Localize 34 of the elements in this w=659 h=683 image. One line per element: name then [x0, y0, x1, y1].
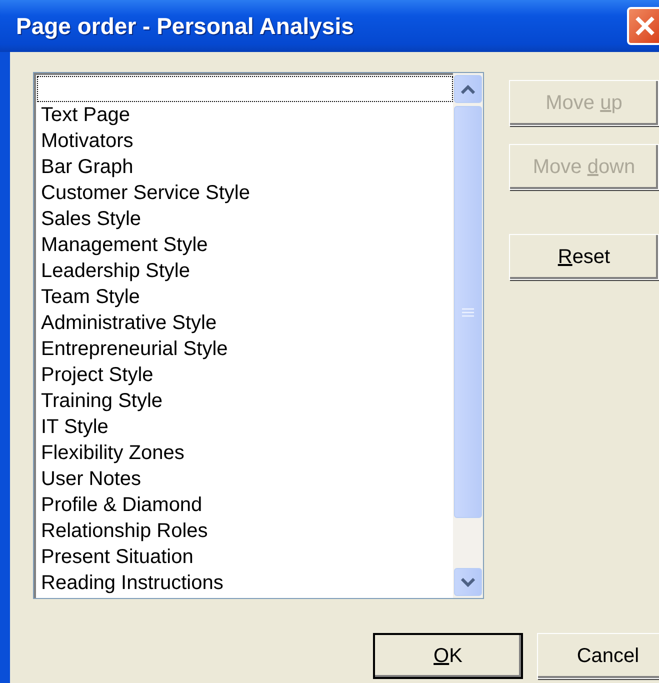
caret-down-icon: [461, 578, 475, 586]
list-item[interactable]: Team Style: [37, 284, 453, 310]
list-item[interactable]: Bar Graph: [37, 154, 453, 180]
cancel-button[interactable]: Cancel: [537, 633, 659, 679]
caret-up-icon: [461, 84, 475, 94]
list-item[interactable]: Training Style: [37, 388, 453, 414]
list-item[interactable]: Project Style: [37, 362, 453, 388]
grip-icon: [462, 308, 474, 316]
close-icon: [634, 15, 656, 37]
ok-button[interactable]: OK: [373, 633, 523, 679]
list-item[interactable]: User Notes: [37, 466, 453, 492]
page-list[interactable]: [33, 72, 484, 599]
list-item[interactable]: Management Style: [37, 232, 453, 258]
list-item[interactable]: Sales Style: [37, 206, 453, 232]
list-item[interactable]: Leadership Style: [37, 258, 453, 284]
window-title: Page order - Personal Analysis: [16, 12, 354, 40]
list-item[interactable]: IT Style: [37, 414, 453, 440]
list-item[interactable]: Profile & Diamond: [37, 492, 453, 518]
list-item[interactable]: Relationship Roles: [37, 518, 453, 544]
scroll-thumb[interactable]: [454, 106, 482, 518]
list-item[interactable]: Entrepreneurial Style: [37, 336, 453, 362]
list-item[interactable]: Present Situation: [37, 544, 453, 570]
close-button[interactable]: [627, 7, 659, 45]
focus-row[interactable]: [37, 76, 453, 102]
scrollbar[interactable]: [453, 73, 483, 598]
reset-button[interactable]: Reset: [509, 234, 659, 280]
list-item[interactable]: Text Page: [37, 102, 453, 128]
list-item[interactable]: Flexibility Zones: [37, 440, 453, 466]
list-item[interactable]: Customer Service Style: [37, 180, 453, 206]
list-item[interactable]: Administrative Style: [37, 310, 453, 336]
scroll-up-button[interactable]: [454, 75, 482, 103]
list-item[interactable]: Reading Instructions: [37, 570, 453, 596]
scroll-down-button[interactable]: [454, 568, 482, 596]
list-item[interactable]: Motivators: [37, 128, 453, 154]
